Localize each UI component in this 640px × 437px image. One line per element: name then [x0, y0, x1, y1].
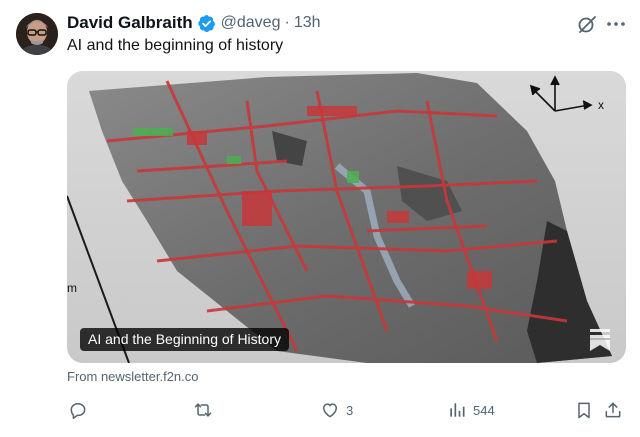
views-button[interactable]: 544: [447, 398, 495, 422]
views-icon: [450, 403, 465, 417]
avatar[interactable]: [16, 13, 58, 55]
reply-icon: [70, 403, 86, 420]
bookmark-badge-icon: [588, 327, 612, 353]
axis-x-label: x: [598, 98, 604, 112]
repost-button[interactable]: [193, 398, 213, 422]
tweet: David Galbraith @daveg · 13h AI and the …: [0, 0, 640, 437]
action-bar: 3 544: [0, 398, 640, 422]
terrain-image: x m: [67, 71, 626, 363]
tweet-header: David Galbraith @daveg · 13h: [67, 13, 321, 33]
grok-icon[interactable]: [576, 13, 598, 35]
verified-badge-icon: [197, 14, 216, 33]
share-icon: [605, 402, 621, 418]
media-caption: AI and the Beginning of History: [80, 328, 290, 351]
repost-icon: [194, 403, 212, 417]
more-options-icon[interactable]: [604, 13, 628, 35]
like-icon: [323, 403, 337, 418]
edge-label: m: [67, 281, 77, 295]
timestamp[interactable]: 13h: [294, 14, 321, 32]
media-card[interactable]: x m AI and the Beginning of History: [67, 71, 626, 363]
like-count: 3: [346, 402, 354, 418]
reply-button[interactable]: [68, 398, 88, 422]
author-name[interactable]: David Galbraith: [67, 13, 193, 33]
card-source-link[interactable]: From newsletter.f2n.co: [67, 369, 199, 384]
like-button[interactable]: 3: [320, 398, 353, 422]
bookmark-button[interactable]: [574, 398, 594, 422]
tweet-text: AI and the beginning of history: [67, 37, 284, 54]
avatar-image: [16, 13, 58, 55]
share-button[interactable]: [603, 398, 623, 422]
separator-dot: ·: [284, 14, 290, 31]
bookmark-icon: [578, 402, 590, 419]
views-count: 544: [473, 402, 495, 418]
author-handle[interactable]: @daveg: [221, 14, 281, 32]
